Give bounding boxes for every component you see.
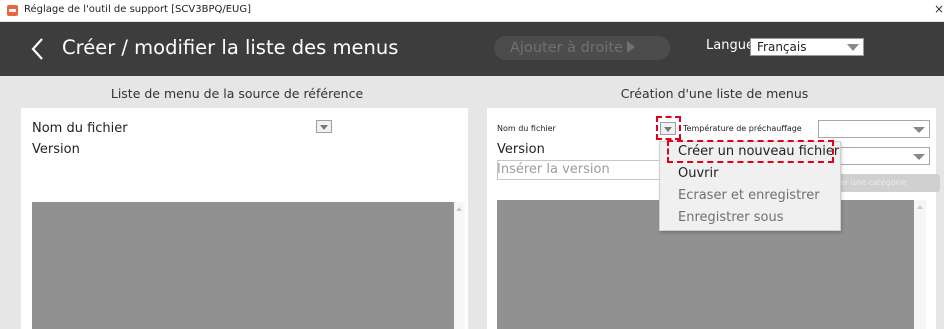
highlight-dropdown-button [656,116,681,140]
right-filename-label: Nom du fichier [497,124,556,133]
menu-item-overwrite-save[interactable]: Ecraser et enregistrer [678,188,820,203]
right-scrollbar[interactable] [914,200,926,329]
language-label: Langue [706,38,754,53]
dropdown-arrow-icon [913,127,925,133]
add-category-button[interactable]: er une catégorie [830,174,940,192]
language-select[interactable]: Français [750,38,864,56]
left-panel-heading: Liste de menu de la source de référence [110,86,364,101]
dropdown-arrow-icon [847,44,859,51]
app-icon [7,5,18,16]
reference-menu-list[interactable] [32,202,454,329]
menu-item-open[interactable]: Ouvrir [678,166,718,181]
back-chevron-icon[interactable] [30,36,46,62]
scroll-up-icon[interactable] [456,207,462,211]
version-placeholder: Insérer la version [497,162,610,177]
right-panel-heading: Création d'une liste de menus [620,86,809,101]
scroll-up-icon[interactable] [917,205,923,209]
right-version-label: Version [497,142,545,157]
highlight-create-new-file [667,140,834,163]
window-title: Réglage de l'outil de support [SCV3BPQ/E… [24,4,252,15]
preheat-select[interactable] [818,120,930,138]
page-title: Créer / modifier la liste des menus [62,36,399,59]
arrow-right-icon [627,41,636,53]
language-value: Français [757,40,807,54]
version-select[interactable] [838,147,930,165]
left-version-label: Version [32,142,80,157]
menu-item-save-as[interactable]: Enregistrer sous [678,210,784,225]
preheat-label: Température de préchauffage [683,124,802,133]
add-right-button[interactable]: Ajouter à droite [494,36,670,60]
left-filename-label: Nom du fichier [32,121,128,136]
close-icon[interactable]: × [934,2,944,16]
dropdown-arrow-icon [913,154,925,160]
left-file-dropdown-button[interactable] [316,120,332,133]
add-right-label: Ajouter à droite [510,40,624,56]
left-scrollbar[interactable] [454,202,465,329]
